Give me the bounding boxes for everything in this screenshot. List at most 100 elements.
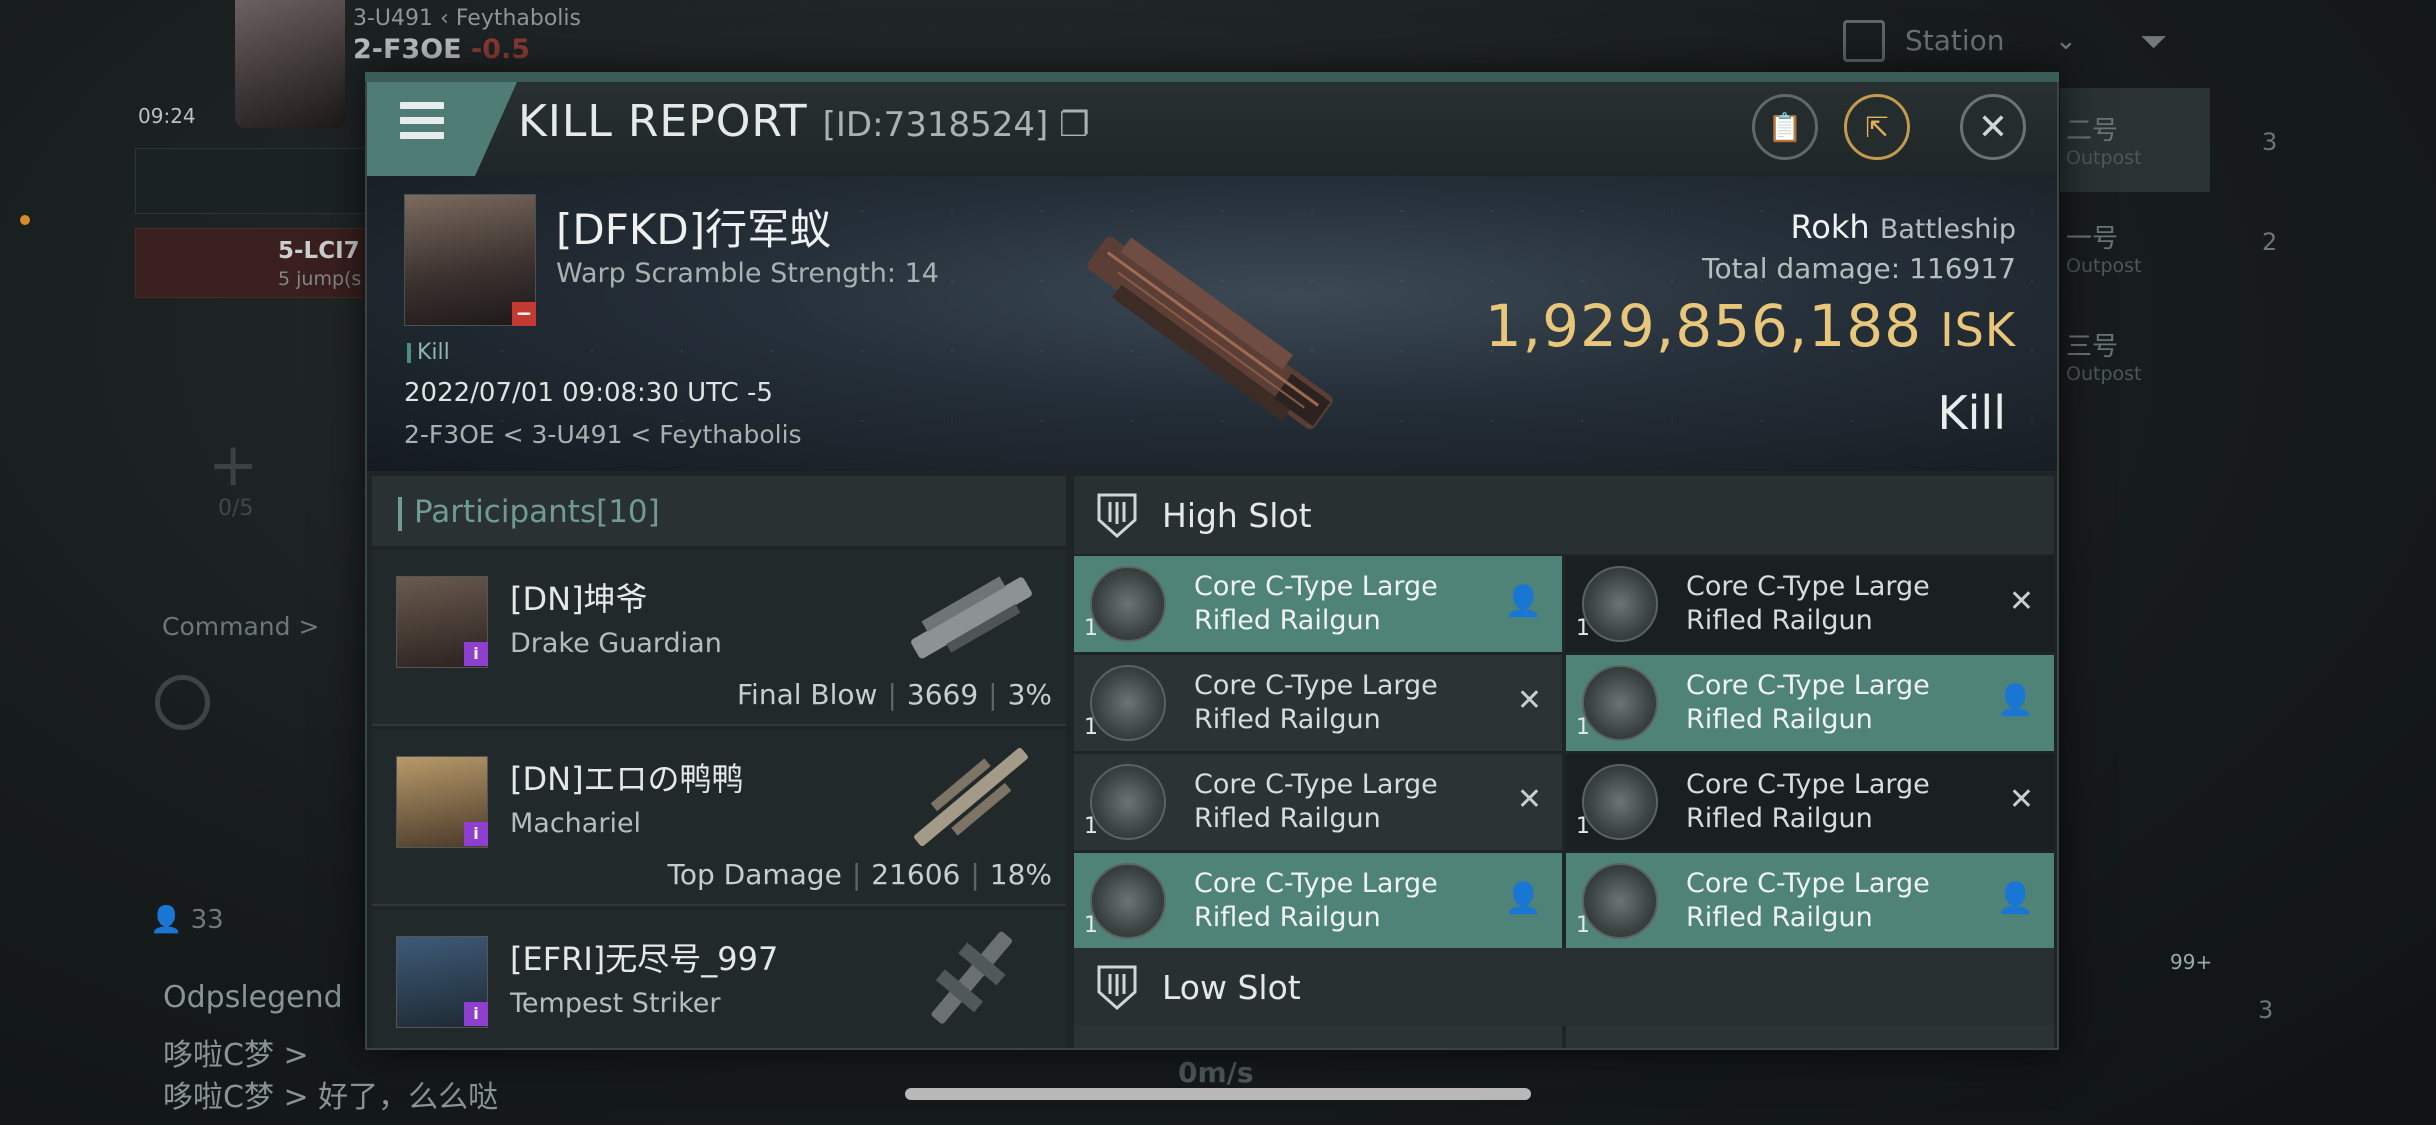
- item-name: Core C-Type Large Rifled Railgun: [1686, 868, 1930, 933]
- info-badge-icon[interactable]: i: [464, 642, 488, 666]
- quick-buttons[interactable]: [135, 148, 375, 214]
- high-slot-label: High Slot: [1162, 496, 1312, 535]
- kill-tag: Kill: [407, 340, 450, 365]
- isk-value: 1,929,856,188 ISK: [1484, 292, 2016, 360]
- share-button[interactable]: ⇱: [1844, 94, 1910, 160]
- result-label: Kill: [1937, 386, 2006, 440]
- victim-name[interactable]: [DFKD]行军蚁: [556, 196, 831, 257]
- overview-entry[interactable]: 二号 Outpost: [2066, 110, 2206, 169]
- close-icon: ✕: [1977, 106, 2009, 148]
- participant-ship-image: [914, 747, 1028, 847]
- high-slot-item[interactable]: 1 Core C-Type Large Rifled Railgun 👤: [1074, 556, 1562, 652]
- person-icon: 👤: [1996, 683, 2034, 718]
- item-quantity: 1: [1576, 715, 1590, 740]
- high-slot-item[interactable]: 1 Core C-Type Large Rifled Railgun 👤: [1566, 655, 2054, 751]
- participant-stat: Final Blow | 3669 | 3%: [736, 678, 1052, 711]
- overview-filter-label[interactable]: Station: [1905, 24, 2005, 57]
- overview-entry[interactable]: 一号 Outpost: [2066, 218, 2206, 277]
- high-slot-item[interactable]: 1 Core C-Type Large Rifled Railgun ✕: [1566, 556, 2054, 652]
- system-path: 3-U491 ‹ Feythabolis: [353, 6, 581, 31]
- railgun-icon: [1582, 863, 1658, 939]
- participant-name: [EFRI]无尽号_997: [510, 940, 779, 978]
- high-slot-item[interactable]: 1 Core C-Type Large Rifled Railgun ✕: [1074, 754, 1562, 850]
- participant-row[interactable]: i [DN]坤爷 Drake Guardian Final Blow | 3669 |…: [372, 550, 1066, 726]
- ship-name[interactable]: Rokh Battleship: [1790, 208, 2016, 246]
- participant-row[interactable]: i [EFRI]无尽号_997 Tempest Striker: [372, 910, 1066, 1048]
- railgun-icon: [1090, 764, 1166, 840]
- clipboard-icon: 📋: [1767, 110, 1803, 144]
- add-fleet-icon[interactable]: +: [208, 430, 258, 500]
- railgun-icon: [1582, 764, 1658, 840]
- participant-ship: Tempest Striker: [510, 988, 721, 1019]
- item-quantity: 1: [1576, 616, 1590, 641]
- participant-ship-image: [911, 576, 1032, 659]
- low-slot-item[interactable]: [1074, 1026, 1562, 1048]
- x-icon: ✕: [1516, 782, 1542, 817]
- page-title: KILL REPORT [ID:7318524] ❐: [518, 96, 1090, 147]
- victim-ship-image[interactable]: [1050, 218, 1370, 448]
- hostile-badge-icon: −: [512, 302, 536, 326]
- low-slot-label: Low Slot: [1162, 968, 1301, 1007]
- drone-count: 3: [2258, 996, 2274, 1024]
- chevron-down-icon[interactable]: ⌄: [2055, 26, 2077, 56]
- participant-row[interactable]: i [DN]エロの鸭鸭 Machariel Top Damage | 21606 | 1…: [372, 730, 1066, 906]
- railgun-icon: [1090, 566, 1166, 642]
- participant-name: [DN]坤爷: [510, 580, 648, 618]
- high-slot-item[interactable]: 1 Core C-Type Large Rifled Railgun 👤: [1074, 853, 1562, 949]
- clock: 09:24: [138, 104, 196, 128]
- share-icon: ⇱: [1865, 110, 1889, 144]
- high-slot-item[interactable]: 1 Core C-Type Large Rifled Railgun ✕: [1566, 754, 2054, 850]
- station-checkbox[interactable]: [1843, 20, 1885, 62]
- item-name: Core C-Type Large Rifled Railgun: [1686, 670, 1930, 735]
- item-name: Core C-Type Large Rifled Railgun: [1194, 670, 1438, 735]
- info-badge-icon[interactable]: i: [464, 822, 488, 846]
- alert-dot: [20, 215, 30, 225]
- participant-ship-image: [931, 931, 1013, 1024]
- item-name: Core C-Type Large Rifled Railgun: [1194, 769, 1438, 834]
- item-quantity: 1: [1576, 913, 1590, 938]
- speed-readout: 0m/s: [1178, 1056, 1254, 1089]
- high-slot-header: High Slot: [1074, 476, 2054, 554]
- overview-entry[interactable]: 三号 Outpost: [2066, 326, 2206, 385]
- high-slot-item[interactable]: 1 Core C-Type Large Rifled Railgun ✕: [1074, 655, 1562, 751]
- item-quantity: 1: [1084, 715, 1098, 740]
- kill-datetime: 2022/07/01 09:08:30 UTC -5: [404, 378, 773, 408]
- total-damage: Total damage: 116917: [1702, 252, 2016, 285]
- player-avatar[interactable]: [235, 0, 345, 128]
- home-indicator[interactable]: [905, 1088, 1531, 1100]
- railgun-icon: [1090, 863, 1166, 939]
- target-ring-icon[interactable]: [155, 675, 210, 730]
- command-link[interactable]: Command >: [162, 612, 319, 641]
- info-badge-icon[interactable]: i: [464, 1002, 488, 1026]
- chat-line: Odpslegend: [163, 980, 343, 1015]
- kill-location[interactable]: 2-F3OE < 3-U491 < Feythabolis: [404, 420, 802, 449]
- report-id: [ID:7318524]: [822, 105, 1049, 145]
- participant-stat: Top Damage | 21606 | 18%: [667, 858, 1053, 891]
- filter-icon[interactable]: ⏷: [2140, 22, 2167, 62]
- chat-line: 哆啦C梦 > 好了，么么哒: [163, 1080, 499, 1115]
- low-slot-header: Low Slot: [1074, 948, 2054, 1026]
- copy-icon[interactable]: ❐: [1048, 105, 1090, 145]
- item-name: Core C-Type Large Rifled Railgun: [1686, 769, 1930, 834]
- item-quantity: 1: [1084, 913, 1098, 938]
- close-button[interactable]: ✕: [1960, 94, 2026, 160]
- participant-name: [DN]エロの鸭鸭: [510, 760, 744, 798]
- fleet-count: 0/5: [218, 496, 254, 521]
- x-icon: ✕: [2008, 782, 2034, 817]
- route-jumps: 5 jump(s: [278, 268, 362, 290]
- overview-count: 2: [2262, 228, 2278, 256]
- railgun-icon: [1582, 665, 1658, 741]
- railgun-icon: [1090, 665, 1166, 741]
- current-location[interactable]: 2-F3OE -0.5: [353, 34, 530, 65]
- header-accent: [365, 72, 2059, 82]
- item-quantity: 1: [1576, 814, 1590, 839]
- chat-member-count[interactable]: 👤 33: [150, 905, 224, 935]
- item-name: Core C-Type Large Rifled Railgun: [1686, 571, 1930, 636]
- clipboard-button[interactable]: 📋: [1752, 94, 1818, 160]
- high-slot-icon: [1097, 493, 1137, 538]
- high-slot-item[interactable]: 1 Core C-Type Large Rifled Railgun 👤: [1566, 853, 2054, 949]
- low-slot-item[interactable]: [1566, 1026, 2054, 1048]
- menu-icon[interactable]: [400, 102, 444, 142]
- x-icon: ✕: [2008, 584, 2034, 619]
- item-quantity: 1: [1084, 616, 1098, 641]
